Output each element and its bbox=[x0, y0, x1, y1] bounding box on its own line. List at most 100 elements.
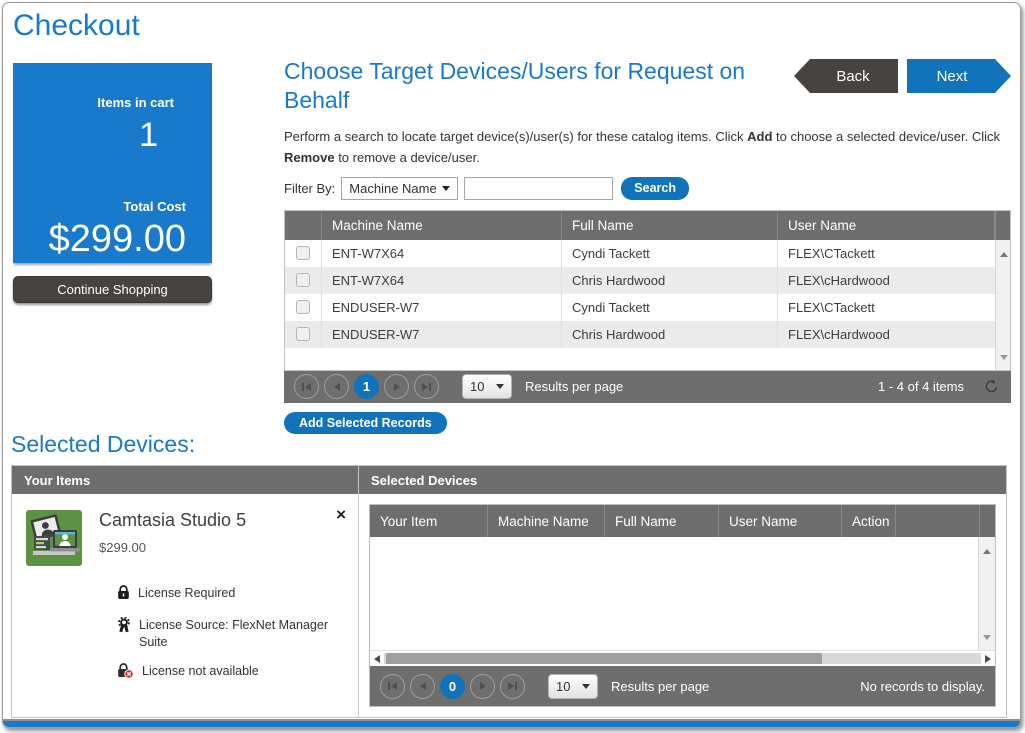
next-button[interactable]: Next bbox=[907, 59, 1011, 93]
selected-devices-panel: Selected Devices Your Item Machine Name … bbox=[359, 466, 1006, 717]
first-page-icon bbox=[305, 383, 311, 391]
horizontal-scrollbar[interactable] bbox=[370, 650, 995, 666]
cart-item-card: × bbox=[12, 494, 358, 684]
first-page-icon bbox=[302, 383, 304, 391]
scroll-down-icon[interactable] bbox=[1000, 355, 1008, 364]
last-page-icon bbox=[429, 383, 431, 391]
first-page-icon bbox=[391, 682, 397, 690]
scroll-up-icon[interactable] bbox=[1000, 248, 1008, 257]
first-page-button[interactable] bbox=[380, 674, 405, 699]
cell-machine-name: ENT-W7X64 bbox=[322, 267, 562, 294]
column-header-machine-name[interactable]: Machine Name bbox=[322, 211, 562, 240]
first-page-button[interactable] bbox=[294, 374, 319, 399]
page-size-value: 10 bbox=[470, 379, 484, 394]
scroll-up-icon[interactable] bbox=[983, 545, 991, 554]
select-all-header-cell bbox=[285, 211, 322, 240]
scrollbar-track[interactable] bbox=[384, 653, 981, 664]
license-unavailable-label: License not available bbox=[142, 663, 259, 681]
instructions-text: Perform a search to locate target device… bbox=[284, 127, 1011, 169]
column-header-action[interactable]: Action bbox=[842, 505, 896, 537]
checkout-page: Checkout Items in cart 1 Total Cost $299… bbox=[2, 2, 1021, 728]
last-page-button[interactable] bbox=[414, 374, 439, 399]
filter-field-select[interactable]: Machine Name bbox=[341, 177, 458, 200]
column-header-your-item[interactable]: Your Item bbox=[370, 505, 488, 537]
item-name: Camtasia Studio 5 bbox=[99, 510, 246, 531]
continue-shopping-button[interactable]: Continue Shopping bbox=[13, 276, 212, 303]
cell-user-name: FLEX\cHardwood bbox=[778, 321, 995, 348]
row-checkbox[interactable] bbox=[296, 273, 310, 287]
next-page-button[interactable] bbox=[470, 674, 495, 699]
selected-devices-header: Selected Devices bbox=[359, 466, 1006, 494]
vertical-scrollbar[interactable] bbox=[978, 537, 995, 650]
license-source-label: License Source: FlexNet Manager Suite bbox=[139, 617, 342, 652]
license-info-list: License Required License bbox=[117, 585, 346, 684]
next-page-icon bbox=[480, 682, 486, 690]
results-per-page-label: Results per page bbox=[525, 379, 623, 394]
last-page-icon bbox=[422, 383, 428, 391]
last-page-button[interactable] bbox=[500, 674, 525, 699]
page-size-select[interactable]: 10 bbox=[462, 374, 512, 399]
lock-icon bbox=[117, 585, 130, 606]
row-checkbox[interactable] bbox=[296, 327, 310, 341]
license-required-row: License Required bbox=[117, 585, 342, 606]
scroll-left-icon[interactable] bbox=[374, 655, 380, 663]
device-table-pager: 1 10 Results per page 1 - 4 of 4 items bbox=[284, 371, 1011, 403]
back-button[interactable]: Back bbox=[794, 59, 898, 93]
previous-page-button[interactable] bbox=[410, 674, 435, 699]
next-page-button[interactable] bbox=[384, 374, 409, 399]
add-selected-records-button[interactable]: Add Selected Records bbox=[284, 412, 447, 434]
filter-by-label: Filter By: bbox=[284, 181, 335, 196]
instructions-part1: Perform a search to locate target device… bbox=[284, 129, 747, 144]
current-page-button[interactable]: 1 bbox=[354, 374, 379, 399]
previous-page-icon bbox=[334, 383, 340, 391]
filter-search-input[interactable] bbox=[464, 177, 613, 200]
column-header-user-name[interactable]: User Name bbox=[719, 505, 842, 537]
page-size-select[interactable]: 10 bbox=[548, 674, 598, 699]
instructions-part2: to choose a selected device/user. Click bbox=[772, 129, 1000, 144]
table-row[interactable]: ENT-W7X64 Cyndi Tackett FLEX\CTackett bbox=[285, 240, 995, 267]
next-page-icon bbox=[394, 383, 400, 391]
license-unavailable-row: License not available bbox=[117, 663, 342, 685]
selection-panels: Your Items × bbox=[11, 465, 1007, 718]
current-page-button[interactable]: 0 bbox=[440, 674, 465, 699]
refresh-icon[interactable] bbox=[984, 379, 999, 394]
cart-items-label: Items in cart bbox=[13, 95, 186, 110]
items-range-label: 1 - 4 of 4 items bbox=[878, 379, 964, 394]
row-checkbox[interactable] bbox=[296, 300, 310, 314]
page-title: Checkout bbox=[13, 9, 140, 43]
cell-user-name: FLEX\CTackett bbox=[778, 294, 995, 321]
scrollbar-thumb[interactable] bbox=[386, 653, 822, 664]
column-header-full-name[interactable]: Full Name bbox=[562, 211, 778, 240]
column-header-full-name[interactable]: Full Name bbox=[605, 505, 719, 537]
cell-full-name: Cyndi Tackett bbox=[562, 294, 778, 321]
chevron-down-icon bbox=[582, 684, 590, 693]
license-required-label: License Required bbox=[138, 585, 235, 603]
cell-full-name: Chris Hardwood bbox=[562, 267, 778, 294]
table-row[interactable]: ENDUSER-W7 Chris Hardwood FLEX\cHardwood bbox=[285, 321, 995, 348]
cell-full-name: Chris Hardwood bbox=[562, 321, 778, 348]
table-row[interactable]: ENDUSER-W7 Cyndi Tackett FLEX\CTackett bbox=[285, 294, 995, 321]
your-items-header: Your Items bbox=[12, 466, 358, 494]
selected-devices-pager: 0 10 Results per page No records to disp… bbox=[370, 666, 995, 706]
previous-page-button[interactable] bbox=[324, 374, 349, 399]
search-button[interactable]: Search bbox=[621, 177, 689, 200]
remove-item-icon[interactable]: × bbox=[336, 506, 346, 523]
chevron-down-icon bbox=[442, 186, 450, 195]
instructions-part3: to remove a device/user. bbox=[335, 150, 480, 165]
column-header-user-name[interactable]: User Name bbox=[778, 211, 995, 240]
filter-bar: Filter By: Machine Name Search bbox=[284, 177, 1011, 200]
vertical-scrollbar[interactable] bbox=[995, 240, 1010, 370]
footer-accent-bar bbox=[3, 719, 1020, 727]
cell-machine-name: ENDUSER-W7 bbox=[322, 294, 562, 321]
scroll-down-icon[interactable] bbox=[983, 635, 991, 644]
row-checkbox[interactable] bbox=[296, 246, 310, 260]
scroll-right-icon[interactable] bbox=[985, 655, 991, 663]
column-header-machine-name[interactable]: Machine Name bbox=[488, 505, 605, 537]
cell-user-name: FLEX\cHardwood bbox=[778, 267, 995, 294]
table-row[interactable]: ENT-W7X64 Chris Hardwood FLEX\cHardwood bbox=[285, 267, 995, 294]
first-page-icon bbox=[388, 682, 390, 690]
last-page-icon bbox=[515, 682, 517, 690]
cart-total-value: $299.00 bbox=[13, 218, 186, 261]
license-badge-icon bbox=[117, 617, 131, 639]
cell-user-name: FLEX\CTackett bbox=[778, 240, 995, 267]
